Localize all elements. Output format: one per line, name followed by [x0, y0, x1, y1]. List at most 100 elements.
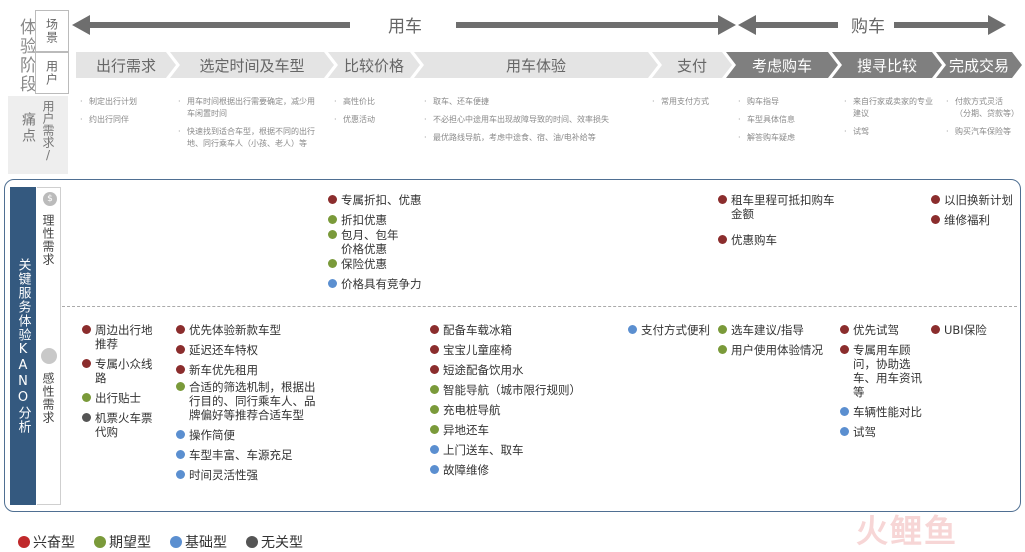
perceptual-search-compare: 优先试驾 专属用车顾问，协助选车、用车资讯等 车辆性能对比 试驾	[840, 323, 932, 445]
kano-item-text: 优惠购车	[731, 233, 777, 247]
pain-block: 痛点 用户需求/	[8, 96, 68, 174]
legend-label: 期望型	[109, 535, 151, 551]
kano-item-text: 异地还车	[443, 423, 489, 437]
pain-item: 用车时间根据出行需要确定，减少用车闲置时间	[178, 96, 316, 120]
kano-item-text: 专属折扣、优惠	[341, 193, 422, 207]
kano-item: 周边出行地推荐	[82, 323, 162, 351]
stage-consider-buy: 考虑购车	[726, 52, 838, 78]
stage-label: 搜寻比较	[856, 56, 917, 75]
kano-item-text: 用户使用体验情况	[731, 343, 823, 357]
kano-item: 智能导航（城市限行规则）	[430, 383, 620, 397]
pain-item: 制定出行计划	[80, 96, 172, 108]
kano-item: 出行贴士	[82, 391, 162, 405]
kano-item-text: 租车里程可抵扣购车金额	[731, 193, 835, 221]
pain-item: 取车、还车便捷	[424, 96, 642, 108]
legend-indifferent: 无关型	[246, 532, 303, 552]
exciting-dot-icon	[176, 325, 185, 334]
kano-item: 异地还车	[430, 423, 620, 437]
stage-complete-deal: 完成交易	[936, 52, 1022, 78]
kano-item-text: 优先体验新款车型	[189, 323, 281, 337]
kano-item-text: 机票火车票代购	[95, 411, 153, 439]
kano-item-text: 短途配备饮用水	[443, 363, 524, 377]
pain-experience: 取车、还车便捷 不必担心中途用车出现故障导致的时间、效率损失 最优路线导航，考虑…	[424, 96, 642, 150]
perceptual-consider-buy: 选车建议/指导 用户使用体验情况	[718, 323, 838, 363]
kano-item: 租车里程可抵扣购车金额	[718, 193, 842, 221]
perceptual-complete-deal: UBI保险	[931, 323, 1017, 343]
kano-item-text: 车辆性能对比	[853, 405, 922, 419]
kano-item: 车辆性能对比	[840, 405, 932, 419]
pain-item: 购车指导	[738, 96, 830, 108]
expected-dot-icon	[718, 325, 727, 334]
kano-item: UBI保险	[931, 323, 1017, 337]
stage-compare-price: 比较价格	[328, 52, 420, 78]
pain-consider-buy: 购车指导 车型具体信息 解答购车疑虑	[738, 96, 830, 150]
basic-dot-icon	[430, 445, 439, 454]
rational-complete-deal: 以旧换新计划 维修福利	[931, 193, 1021, 233]
kano-item-text: 包月、包年价格优惠	[341, 228, 399, 256]
use-arrow-left-shaft	[88, 22, 350, 28]
exciting-dot-icon	[931, 215, 940, 224]
kano-item-text: 优先试驾	[853, 323, 899, 337]
stage-search-compare: 搜寻比较	[832, 52, 942, 78]
kano-item: 配备车载冰箱	[430, 323, 620, 337]
kano-item-text: 上门送车、取车	[443, 443, 524, 457]
kano-item-text: 周边出行地推荐	[95, 323, 153, 351]
kano-item-text: 时间灵活性强	[189, 468, 258, 482]
stage-label: 出行需求	[95, 56, 156, 75]
basic-dot-icon	[430, 465, 439, 474]
pain-item: 车型具体信息	[738, 114, 830, 126]
kano-item-text: 选车建议/指导	[731, 323, 804, 337]
kano-item: 机票火车票代购	[82, 411, 162, 439]
kano-item-text: 保险优惠	[341, 257, 387, 271]
kano-item-text: 专属用车顾问，协助选车、用车资讯等	[853, 343, 922, 399]
left-header: 体验阶段 场景 用户 痛点 用户需求/	[8, 6, 69, 174]
phase-buy-car: 购车	[851, 17, 885, 37]
pain-item: 快速找到适合车型，根据不同的出行地、同行乘车人（小孩、老人）等	[178, 126, 316, 150]
kano-item: 优先试驾	[840, 323, 932, 337]
basic-dot-icon	[840, 407, 849, 416]
pain-travel-need: 制定出行计划 约出行同伴	[80, 96, 172, 132]
kano-item-text: 专属小众线路	[95, 357, 153, 385]
kano-item: 用户使用体验情况	[718, 343, 838, 357]
kano-item-text: 试驾	[853, 425, 876, 439]
kano-item: 专属用车顾问，协助选车、用车资讯等	[840, 343, 932, 399]
kano-item-text: 智能导航（城市限行规则）	[443, 383, 581, 397]
stage-label: 考虑购车	[751, 56, 812, 75]
kano-item: 维修福利	[931, 213, 1021, 227]
pain-complete-deal: 付款方式灵活（分期、贷款等） 购买汽车保险等	[946, 96, 1019, 144]
exciting-dot-icon	[82, 359, 91, 368]
pain-item: 付款方式灵活（分期、贷款等）	[946, 96, 1019, 120]
stage-label: 选定时间及车型	[199, 56, 305, 75]
pain-item: 优惠活动	[334, 114, 414, 126]
buy-arrow-left-shaft	[754, 22, 838, 28]
exciting-dot-icon	[82, 325, 91, 334]
pain-select-time: 用车时间根据出行需要确定，减少用车闲置时间 快速找到适合车型，根据不同的出行地、…	[178, 96, 316, 156]
pain-item: 约出行同伴	[80, 114, 172, 126]
perceptual-travel-need: 周边出行地推荐 专属小众线路 出行贴士 机票火车票代购	[82, 323, 162, 445]
scene-label: 场景	[44, 18, 59, 44]
kano-item: 包月、包年价格优惠	[328, 228, 407, 256]
exciting-dot-icon	[931, 195, 940, 204]
use-arrow-right-head	[718, 15, 736, 35]
basic-dot-icon	[176, 470, 185, 479]
basic-dot-icon	[628, 325, 637, 334]
exciting-dot-icon	[718, 195, 727, 204]
stage-label: 支付	[676, 56, 707, 75]
kano-item: 故障维修	[430, 463, 620, 477]
money-icon: $	[43, 192, 57, 206]
kano-item-text: 以旧换新计划	[944, 193, 1013, 207]
exciting-dot-icon	[18, 536, 30, 548]
kano-item-text: 合适的筛选机制，根据出行目的、同行乘车人、品牌偏好等推荐合适车型	[189, 380, 316, 422]
expected-dot-icon	[328, 230, 337, 239]
stage-label: 用车体验	[505, 56, 566, 75]
basic-dot-icon	[176, 450, 185, 459]
kano-item-text: 充电桩导航	[443, 403, 501, 417]
kano-item: 折扣优惠	[328, 213, 428, 227]
scene-box: 场景	[35, 10, 69, 52]
perceptual-label: 感性需求	[41, 372, 55, 424]
user-box: 用户	[35, 52, 69, 94]
exciting-dot-icon	[328, 195, 337, 204]
pain-item: 购买汽车保险等	[946, 126, 1018, 138]
legend-expected: 期望型	[94, 532, 151, 552]
buy-arrow-right-head	[988, 15, 1006, 35]
